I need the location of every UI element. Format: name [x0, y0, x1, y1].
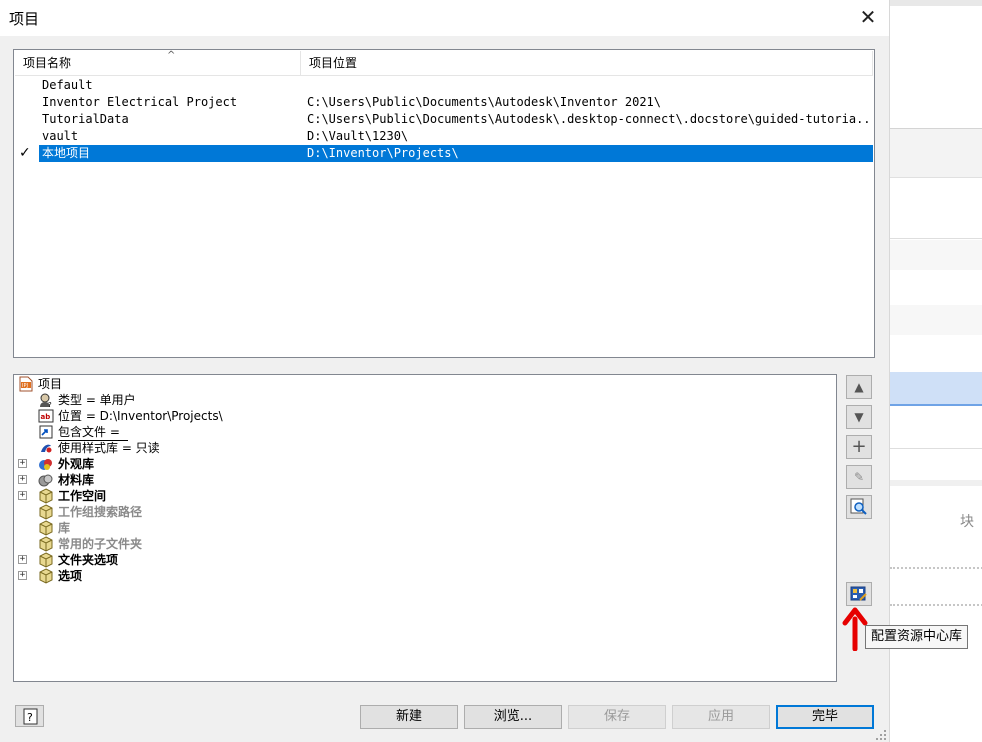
bg-block-label: 块 — [960, 514, 974, 530]
column-header-project-name[interactable]: 项目名称 — [15, 51, 301, 76]
column-header-project-location[interactable]: 项目位置 — [301, 51, 873, 76]
bg-band — [890, 0, 982, 6]
tree-root-label: 项目 — [38, 377, 63, 391]
workspace-cube-icon — [39, 488, 53, 504]
workgroup-cube-icon — [39, 504, 53, 520]
title-bar: 项目 ✕ — [0, 0, 889, 36]
tree-item-label: 外观库 — [58, 457, 95, 471]
find-button[interactable] — [846, 495, 872, 519]
bg-band — [890, 480, 982, 486]
project-list-header: 项目名称 ^ 项目位置 — [15, 51, 873, 76]
browse-button[interactable]: 浏览... — [464, 705, 562, 729]
library-cube-icon — [39, 520, 53, 536]
bg-divider — [890, 238, 982, 239]
edit-button[interactable]: ✎ — [846, 465, 872, 489]
project-name: 本地项目 — [42, 146, 91, 160]
tooltip: 配置资源中心库 — [865, 625, 969, 649]
tree-item-label: 类型 = 单用户 — [58, 393, 136, 407]
done-button[interactable]: 完毕 — [776, 705, 874, 729]
project-name: Default — [42, 78, 93, 92]
save-button[interactable]: 保存 — [568, 705, 666, 729]
project-settings-tree[interactable]: IPJ 项目 ? 类型 = 单用户 ab 位置 = D:\Inventor\Pr… — [13, 374, 837, 682]
project-row[interactable]: vault D:\Vault\1230\ — [15, 128, 873, 145]
project-row[interactable]: TutorialData C:\Users\Public\Documents\A… — [15, 111, 873, 128]
project-path: D:\Vault\1230\ — [307, 129, 409, 143]
tree-item-label: 常用的子文件夹 — [58, 537, 143, 551]
close-button[interactable]: ✕ — [852, 3, 884, 31]
bg-dotted-line — [890, 604, 982, 606]
expand-icon[interactable]: + — [18, 571, 27, 580]
plus-icon: + — [851, 436, 867, 457]
tree-item-label: 工作空间 — [58, 489, 107, 503]
folder-options-cube-icon — [39, 552, 53, 568]
project-path: D:\Inventor\Projects\ — [307, 146, 459, 160]
bg-row — [890, 240, 982, 270]
bg-row — [890, 305, 982, 335]
svg-text:?: ? — [48, 401, 52, 408]
bg-band — [890, 128, 982, 178]
help-icon: ? — [23, 708, 38, 725]
content-center-icon — [850, 586, 867, 601]
sort-arrow-icon: ^ — [167, 50, 176, 61]
tree-item-label: 材料库 — [58, 473, 95, 487]
subfolder-cube-icon — [39, 536, 53, 552]
active-check-icon: ✓ — [19, 145, 31, 161]
tree-item-label: 包含文件 = — [58, 424, 128, 441]
project-row-selected[interactable]: ✓ 本地项目 D:\Inventor\Projects\ — [15, 145, 873, 162]
apply-button[interactable]: 应用 — [672, 705, 770, 729]
expand-icon[interactable]: + — [18, 475, 27, 484]
tree-item-label: 使用样式库 = 只读 — [58, 441, 160, 455]
add-button[interactable]: + — [846, 435, 872, 459]
options-cube-icon — [39, 568, 53, 584]
file-link-icon — [39, 425, 53, 439]
bg-dotted-line — [890, 567, 982, 569]
bg-selected-row — [890, 372, 982, 406]
bg-divider — [890, 448, 982, 449]
configure-content-center-button[interactable] — [846, 582, 872, 606]
up-arrow-icon: ▲ — [854, 380, 864, 394]
move-up-button[interactable]: ▲ — [846, 375, 872, 399]
new-button[interactable]: 新建 — [360, 705, 458, 729]
tree-item-label: 工作组搜索路径 — [58, 505, 143, 519]
project-row[interactable]: Inventor Electrical Project C:\Users\Pub… — [15, 94, 873, 111]
tree-item-label: 文件夹选项 — [58, 553, 119, 567]
material-library-icon — [38, 474, 53, 487]
svg-text:IPJ: IPJ — [22, 383, 28, 389]
help-button[interactable]: ? — [15, 705, 44, 727]
search-icon — [850, 498, 867, 515]
svg-text:?: ? — [27, 711, 33, 724]
pencil-icon: ✎ — [853, 470, 865, 484]
down-arrow-icon: ▼ — [854, 410, 864, 424]
resize-grip-icon[interactable] — [874, 728, 888, 742]
user-icon: ? — [40, 393, 52, 408]
project-path: C:\Users\Public\Documents\Autodesk\Inven… — [307, 95, 662, 109]
project-name: vault — [42, 129, 79, 143]
svg-text:ab: ab — [41, 413, 51, 421]
style-library-icon — [41, 444, 52, 453]
expand-icon[interactable]: + — [18, 555, 27, 564]
project-name: TutorialData — [42, 112, 129, 126]
tree-item-label: 位置 = D:\Inventor\Projects\ — [58, 409, 223, 423]
expand-icon[interactable]: + — [18, 491, 27, 500]
appearance-library-icon — [39, 459, 52, 470]
project-list[interactable]: 项目名称 ^ 项目位置 Default Inventor Electrical … — [13, 49, 875, 358]
project-row[interactable]: Default — [15, 77, 873, 94]
dialog-title: 项目 — [9, 10, 40, 28]
project-path: C:\Users\Public\Documents\Autodesk\.desk… — [307, 112, 873, 126]
project-file-icon: IPJ — [19, 376, 33, 392]
tree-item-label: 库 — [58, 521, 71, 535]
tree-item-label: 选项 — [58, 569, 83, 583]
project-name: Inventor Electrical Project — [42, 95, 238, 109]
text-field-icon: ab — [38, 409, 54, 423]
move-down-button[interactable]: ▼ — [846, 405, 872, 429]
projects-dialog: 项目 ✕ 项目名称 ^ 项目位置 Default Inventor Electr… — [0, 0, 889, 742]
expand-icon[interactable]: + — [18, 459, 27, 468]
